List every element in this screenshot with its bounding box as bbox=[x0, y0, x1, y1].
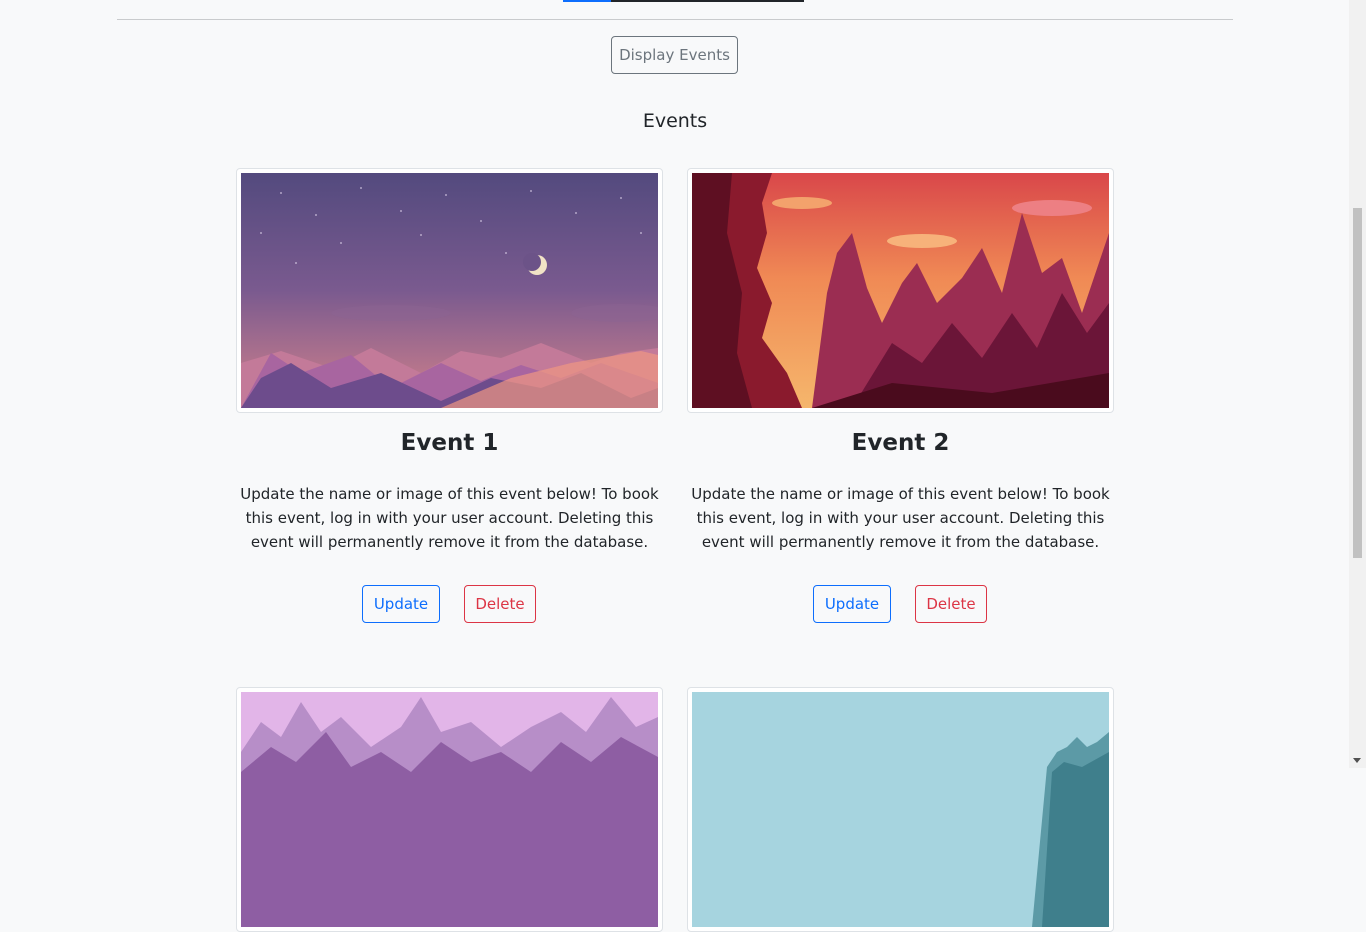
scroll-down-icon[interactable] bbox=[1353, 758, 1361, 763]
event-description: Update the name or image of this event b… bbox=[240, 485, 659, 551]
delete-button[interactable]: Delete bbox=[464, 585, 536, 623]
blue-mountains-image bbox=[692, 692, 1109, 927]
divider bbox=[117, 19, 1233, 20]
event-description: Update the name or image of this event b… bbox=[691, 485, 1110, 551]
nav-active-indicator bbox=[563, 0, 611, 2]
event-2-image bbox=[687, 168, 1114, 413]
scrollbar[interactable] bbox=[1349, 0, 1366, 768]
event-3-image bbox=[236, 687, 663, 932]
event-1-image bbox=[236, 168, 663, 413]
section-title: Events bbox=[642, 110, 708, 132]
desert-dunes-image bbox=[241, 173, 658, 408]
purple-mountains-image bbox=[241, 692, 658, 927]
delete-button[interactable]: Delete bbox=[915, 585, 987, 623]
nav-underline bbox=[563, 0, 804, 2]
update-button[interactable]: Update bbox=[813, 585, 891, 623]
event-title: Event 2 bbox=[851, 430, 950, 456]
display-events-button[interactable]: Display Events bbox=[611, 36, 738, 74]
red-canyon-image bbox=[692, 173, 1109, 408]
scrollbar-thumb[interactable] bbox=[1353, 208, 1362, 558]
update-button[interactable]: Update bbox=[362, 585, 440, 623]
event-4-image bbox=[687, 687, 1114, 932]
event-title: Event 1 bbox=[400, 430, 499, 456]
